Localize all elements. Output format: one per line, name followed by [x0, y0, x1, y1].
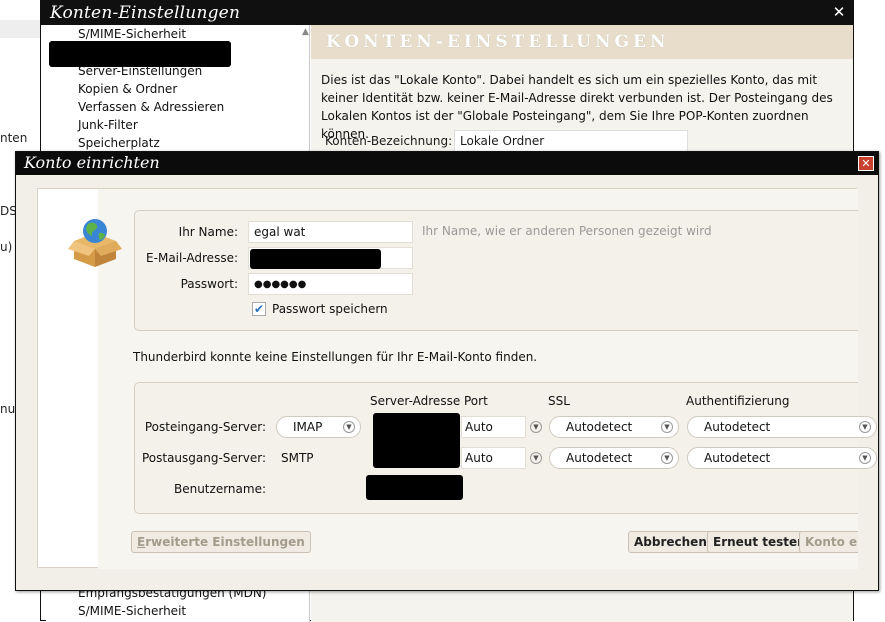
tree-item-server-settings[interactable]: Server-Einstellungen: [78, 64, 202, 78]
chevron-down-icon[interactable]: ▼: [530, 421, 542, 433]
outgoing-port-field[interactable]: Auto ▼: [461, 447, 542, 469]
scroll-up-icon[interactable]: ▲: [302, 27, 309, 37]
incoming-protocol-select[interactable]: IMAP ▼: [276, 416, 361, 438]
close-icon[interactable]: ✕: [858, 156, 874, 171]
outgoing-label: Postausgang-Server:: [141, 451, 266, 465]
incoming-port-field[interactable]: Auto ▼: [461, 416, 542, 438]
window-titlebar: Konten-Einstellungen ✕: [41, 1, 853, 25]
tree-item-smime[interactable]: S/MIME-Sicherheit: [78, 27, 186, 41]
background-text-fragment: u): [0, 240, 13, 254]
dialog-titlebar: Konto einrichten ✕: [16, 152, 878, 175]
account-name-field[interactable]: Lokale Ordner: [454, 130, 688, 152]
globe-box-icon: [68, 219, 122, 267]
column-auth: Authentifizierung: [686, 394, 790, 408]
password-input[interactable]: ●●●●●●: [248, 273, 413, 295]
panel-header: KONTEN-EINSTELLUNGEN: [311, 25, 853, 59]
dialog-title: Konto einrichten: [24, 153, 160, 172]
chevron-down-icon: ▼: [859, 421, 871, 433]
server-group: Server-Adresse Port SSL Authentifizierun…: [134, 382, 877, 514]
create-account-button[interactable]: Konto erstell: [799, 531, 858, 553]
tree-item-disk-space[interactable]: Speicherplatz: [78, 136, 160, 150]
identity-group: Ihr Name: egal wat Ihr Name, wie er ande…: [134, 210, 858, 331]
close-icon[interactable]: ✕: [831, 4, 847, 20]
chevron-down-icon: ▼: [661, 452, 673, 464]
incoming-ssl-select[interactable]: Autodetect ▼: [549, 416, 679, 438]
tree-item-smime-2[interactable]: S/MIME-Sicherheit: [78, 604, 186, 618]
retest-button[interactable]: Erneut testen: [707, 531, 812, 553]
account-setup-dialog: Konto einrichten ✕ Ihr Name: egal wat Ih…: [15, 151, 879, 591]
incoming-auth-select[interactable]: Autodetect ▼: [687, 416, 877, 438]
name-hint: Ihr Name, wie er anderen Personen gezeig…: [422, 224, 712, 238]
chevron-down-icon[interactable]: ▼: [530, 452, 542, 464]
password-label: Passwort:: [180, 277, 238, 291]
tree-item-composition[interactable]: Verfassen & Adressieren: [78, 100, 224, 114]
redacted-username: [366, 475, 463, 500]
outgoing-ssl-select[interactable]: Autodetect ▼: [549, 447, 679, 469]
info-message: Thunderbird konnte keine Einstellungen f…: [133, 350, 538, 364]
incoming-label: Posteingang-Server:: [144, 420, 266, 434]
window-title: Konten-Einstellungen: [50, 3, 241, 23]
outgoing-auth-select[interactable]: Autodetect ▼: [687, 447, 877, 469]
remember-password-checkbox[interactable]: ✔: [252, 302, 266, 316]
cancel-button[interactable]: Abbrechen: [628, 531, 713, 553]
name-label: Ihr Name:: [178, 225, 238, 239]
username-label: Benutzername:: [173, 482, 266, 496]
column-port: Port: [464, 394, 488, 408]
remember-password-label[interactable]: Passwort speichern: [272, 302, 388, 316]
advanced-settings-button[interactable]: Erweiterte Einstellungen: [131, 531, 311, 553]
tree-item-junk-filter[interactable]: Junk-Filter: [78, 118, 138, 132]
dialog-body: Ihr Name: egal wat Ihr Name, wie er ande…: [37, 188, 877, 569]
email-label: E-Mail-Adresse:: [146, 251, 238, 265]
name-input[interactable]: egal wat: [248, 221, 413, 243]
background-text-fragment: nten: [0, 131, 28, 145]
background-strip: [0, 20, 40, 38]
panel-heading: KONTEN-EINSTELLUNGEN: [326, 32, 670, 52]
redacted-server-address: [373, 413, 460, 468]
chevron-down-icon: ▼: [859, 452, 871, 464]
chevron-down-icon: ▼: [343, 421, 355, 433]
redacted-email: [250, 249, 381, 269]
account-name-label: Konten-Bezeichnung:: [325, 134, 453, 148]
outgoing-protocol: SMTP: [281, 451, 314, 465]
column-server-address: Server-Adresse: [370, 394, 461, 408]
chevron-down-icon: ▼: [661, 421, 673, 433]
tree-item-copies-folders[interactable]: Kopien & Ordner: [78, 82, 177, 96]
column-ssl: SSL: [548, 394, 570, 408]
